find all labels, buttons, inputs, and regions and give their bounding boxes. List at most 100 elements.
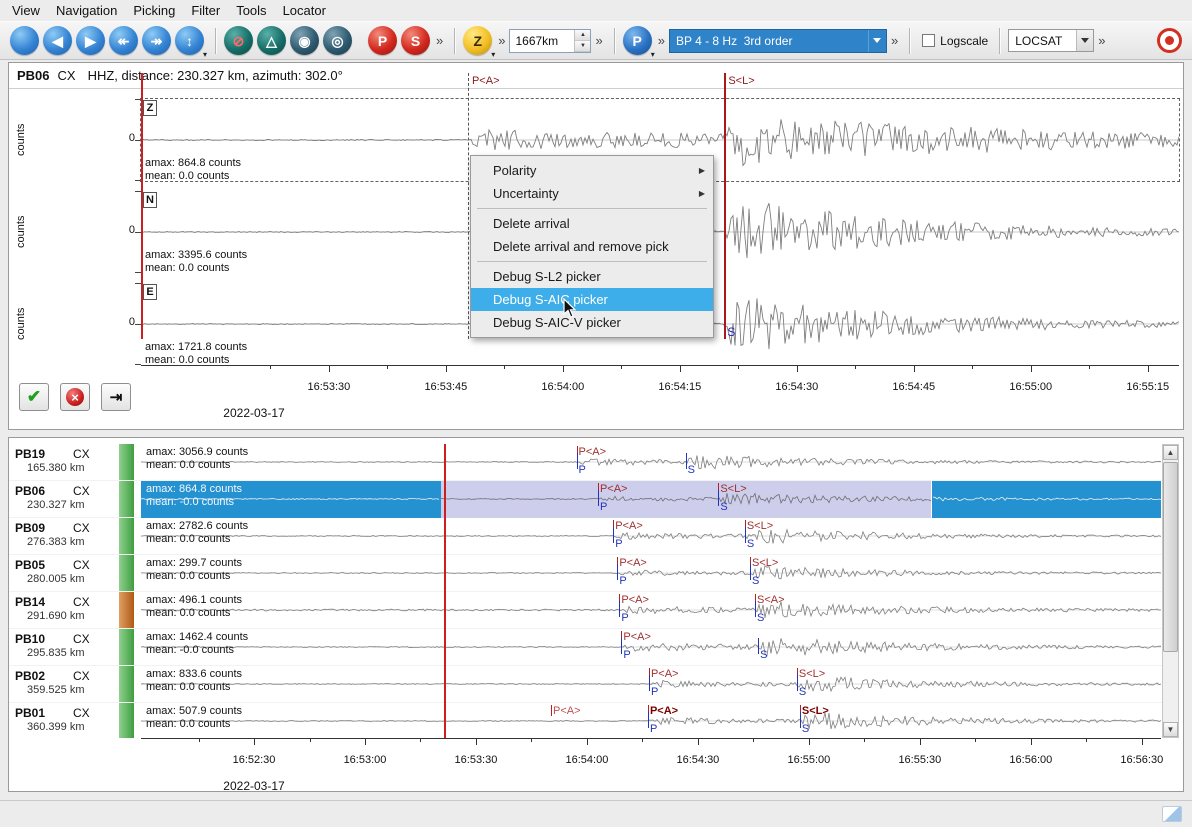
phase-marker-tick[interactable] <box>800 712 801 728</box>
distance-value: 1667km <box>510 30 574 52</box>
station-row-pb06[interactable]: PB06CX230.327 kmamax: 864.8 countsmean: … <box>9 481 1163 518</box>
first-trace-icon[interactable]: ↞ <box>109 26 138 55</box>
context-menu-item-uncertainty[interactable]: Uncertainty▶ <box>471 182 713 205</box>
toolbar-overflow-chevron[interactable]: » <box>658 33 665 48</box>
distance-spinbox[interactable]: 1667km▲▼ <box>509 29 591 53</box>
phase-marker-tick[interactable] <box>648 712 649 728</box>
combo-arrow-icon[interactable] <box>868 30 886 52</box>
scrollbar-thumb[interactable] <box>1163 462 1178 652</box>
axis-major-tick <box>446 365 447 372</box>
reject-button[interactable]: × <box>60 383 90 411</box>
menu-filter[interactable]: Filter <box>183 1 228 20</box>
menu-item-label: Delete arrival and remove pick <box>493 239 705 254</box>
phase-marker-tick[interactable] <box>750 564 751 580</box>
pick-label: P<A> <box>651 668 679 680</box>
phase-marker-tick[interactable] <box>686 453 687 469</box>
phase-marker-tick[interactable] <box>613 527 614 543</box>
scroll-up-button[interactable]: ▲ <box>1163 445 1178 460</box>
toolbar-separator <box>999 28 1001 54</box>
axis-tick-label: 16:55:00 <box>774 754 844 766</box>
phase-p-icon[interactable]: P▾ <box>623 26 652 55</box>
axis-major-tick <box>914 365 915 372</box>
pick-p-phase-icon[interactable]: P <box>368 26 397 55</box>
waveform-raw-icon[interactable]: ◉ <box>290 26 319 55</box>
axis-major-tick <box>329 365 330 372</box>
station-row-pb14[interactable]: PB14CX291.690 kmamax: 496.1 countsmean: … <box>9 592 1163 629</box>
station-row-pb09[interactable]: PB09CX276.383 kmamax: 2782.6 countsmean:… <box>9 518 1163 555</box>
next-trace-icon[interactable]: ▶ <box>76 26 105 55</box>
axis-major-tick <box>587 738 588 745</box>
station-row-pb02[interactable]: PB02CX359.525 kmamax: 833.6 countsmean: … <box>9 666 1163 703</box>
toolbar-overflow-chevron[interactable]: » <box>891 33 898 48</box>
phase-marker-tick[interactable] <box>718 490 719 506</box>
spin-up-icon[interactable]: ▲ <box>575 30 590 41</box>
time-axis-line <box>141 365 1179 366</box>
toolbar-overflow-chevron[interactable]: » <box>1098 33 1105 48</box>
disable-pick-icon[interactable]: ⊘ <box>224 26 253 55</box>
station-row-pb05[interactable]: PB05CX280.005 kmamax: 299.7 countsmean: … <box>9 555 1163 592</box>
y-axis-label: counts <box>15 191 29 273</box>
jump-to-origin-icon[interactable] <box>10 26 39 55</box>
prev-trace-icon[interactable]: ◀ <box>43 26 72 55</box>
phase-marker-tick[interactable] <box>621 638 622 654</box>
toolbar-overflow-chevron[interactable]: » <box>436 33 443 48</box>
axis-date-label: 2022-03-17 <box>204 779 304 793</box>
phase-marker-tick[interactable] <box>797 675 798 691</box>
pick-label: P<A> <box>615 520 643 532</box>
menu-view[interactable]: View <box>4 1 48 20</box>
context-menu-item-delete-arrival-and-remove-pick[interactable]: Delete arrival and remove pick <box>471 235 713 258</box>
phase-marker-tick[interactable] <box>617 564 618 580</box>
accept-button[interactable]: ✔ <box>19 383 49 411</box>
axis-minor-tick <box>199 738 200 742</box>
phase-marker-tick[interactable] <box>598 490 599 506</box>
context-menu-item-delete-arrival[interactable]: Delete arrival <box>471 212 713 235</box>
station-row-pb10[interactable]: PB10CX295.835 kmamax: 1462.4 countsmean:… <box>9 629 1163 666</box>
polarity-pick-icon[interactable]: △ <box>257 26 286 55</box>
filter-combobox[interactable]: BP 4 - 8 Hz 3rd order <box>669 29 887 53</box>
checkbox-box[interactable] <box>922 34 935 47</box>
locator-combobox[interactable]: LOCSAT <box>1008 29 1094 52</box>
phase-marker-tick[interactable] <box>758 638 759 654</box>
sort-traces-icon[interactable]: ↕▾ <box>175 26 204 55</box>
axis-tick-label: 16:54:30 <box>663 754 733 766</box>
locate-target-icon[interactable] <box>1157 28 1182 53</box>
quality-bar <box>119 444 134 480</box>
station-row-pb01[interactable]: PB01CX360.399 kmamax: 507.9 countsmean: … <box>9 703 1163 738</box>
phase-marker-tick[interactable] <box>577 453 578 469</box>
pick-s-phase-icon[interactable]: S <box>401 26 430 55</box>
status-zoom-icon[interactable] <box>1162 806 1182 822</box>
spin-buttons[interactable]: ▲▼ <box>574 30 590 52</box>
menu-tools[interactable]: Tools <box>228 1 274 20</box>
mean-label: mean: 0.0 counts <box>146 570 230 582</box>
phase-marker: P <box>579 464 586 476</box>
toolbar-overflow-chevron[interactable]: » <box>498 33 505 48</box>
waveform-filtered-icon[interactable]: ◎ <box>323 26 352 55</box>
amax-label: amax: 1462.4 counts <box>146 631 248 643</box>
toolbar-overflow-chevron[interactable]: » <box>595 33 602 48</box>
context-menu-item-debug-s-aic-picker[interactable]: Debug S-AIC picker <box>471 288 713 311</box>
last-trace-icon[interactable]: ↠ <box>142 26 171 55</box>
phase-marker: P <box>650 723 657 735</box>
spin-down-icon[interactable]: ▼ <box>575 41 590 52</box>
phase-marker-tick[interactable] <box>619 601 620 617</box>
disable-pick-icon-glyph: ⊘ <box>233 34 245 48</box>
logscale-checkbox[interactable]: Logscale <box>922 34 988 48</box>
phase-marker: S <box>752 575 759 587</box>
combo-arrow-icon[interactable] <box>1076 30 1093 51</box>
menu-navigation[interactable]: Navigation <box>48 1 125 20</box>
scroll-down-button[interactable]: ▼ <box>1163 722 1178 737</box>
station-row-pb19[interactable]: PB19CX165.380 kmamax: 3056.9 countsmean:… <box>9 444 1163 481</box>
phase-marker-tick[interactable] <box>755 601 756 617</box>
phase-marker-tick[interactable] <box>745 527 746 543</box>
vertical-scrollbar[interactable]: ▲ ▼ <box>1162 444 1179 738</box>
menu-picking[interactable]: Picking <box>125 1 183 20</box>
context-menu-item-debug-s-l2-picker[interactable]: Debug S-L2 picker <box>471 265 713 288</box>
menu-locator[interactable]: Locator <box>275 1 334 20</box>
context-menu-item-polarity[interactable]: Polarity▶ <box>471 159 713 182</box>
mean-label: mean: -0.0 counts <box>146 496 234 508</box>
apply-and-next-button[interactable]: ⇥ <box>101 383 131 411</box>
component-z-icon[interactable]: Z▾ <box>463 26 492 55</box>
phase-marker-tick[interactable] <box>649 675 650 691</box>
context-menu-item-debug-s-aic-v-picker[interactable]: Debug S-AIC-V picker <box>471 311 713 334</box>
axis-tick-label: 16:53:00 <box>330 754 400 766</box>
